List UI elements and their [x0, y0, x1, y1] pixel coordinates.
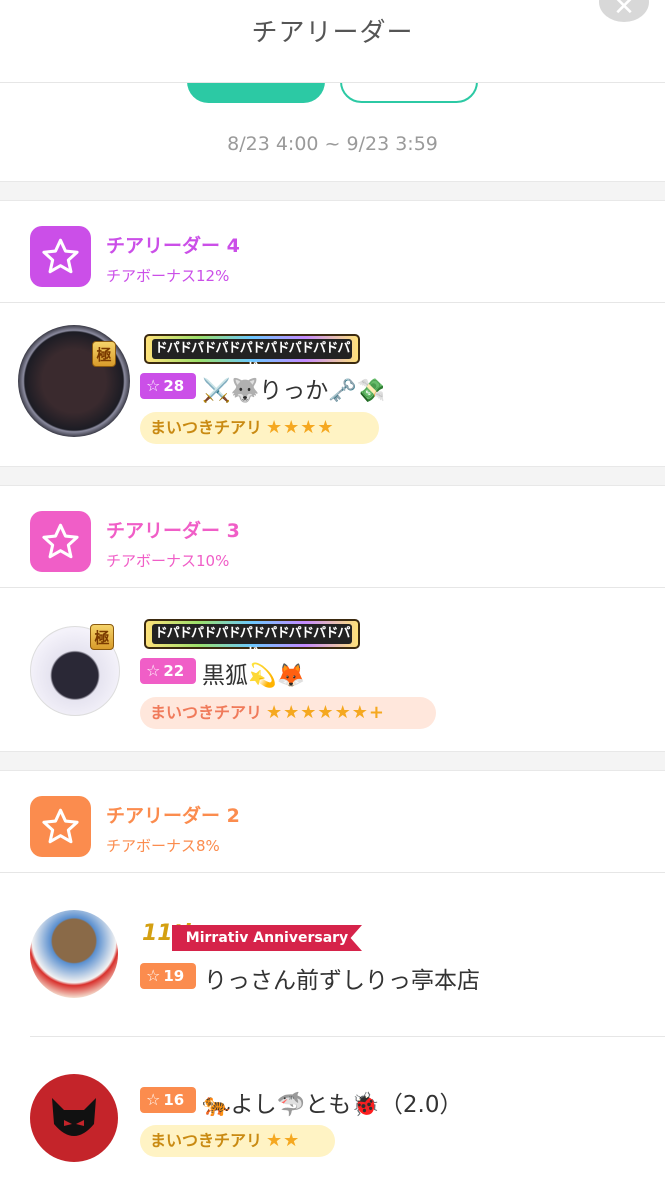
star-icon: [30, 226, 91, 287]
monthly-cheer-tag: まいつきチアリ ★★: [140, 1125, 335, 1157]
user-badge: ドパドパドパドパドパドパドパドパド: [144, 334, 360, 376]
tier-name: チアリーダー 2: [106, 805, 240, 827]
kiwami-badge: 極: [92, 341, 116, 367]
kiwami-badge: 極: [90, 624, 114, 650]
modal-header: チアリーダー ✕: [0, 0, 665, 83]
mask-icon: [52, 1098, 96, 1136]
tier-name: チアリーダー 4: [106, 235, 240, 257]
list-item[interactable]: 極 ドパドパドパドパドパドパドパドパド ☆ 28 ⚔️🐺りっか🗝️💸 まいつきチア…: [0, 303, 665, 466]
event-period: 8/23 4:00 ~ 9/23 3:59: [227, 133, 438, 155]
anniversary-badge: 11th Mirrativ Anniversary: [142, 921, 372, 953]
page-title: チアリーダー: [251, 18, 414, 48]
level-badge: ☆ 28: [140, 373, 196, 399]
avatar: [30, 910, 118, 998]
section-gap: [0, 751, 665, 771]
monthly-cheer-tag: まいつきチアリ ★★★★★★+: [140, 697, 436, 729]
section-gap: [0, 181, 665, 201]
user-name: ⚔️🐺りっか🗝️💸: [202, 378, 386, 404]
avatar: [30, 1074, 118, 1162]
user-name: 🐅よし🦈とも🐞（2.0）: [202, 1092, 463, 1118]
list-item[interactable]: 11th Mirrativ Anniversary ☆ 19 りっさん前ずしりっ亭…: [0, 873, 665, 1036]
star-icon: [30, 511, 91, 572]
tier-bonus: チアボーナス10%: [106, 552, 230, 570]
level-badge: ☆ 16: [140, 1087, 196, 1113]
level-badge: ☆ 22: [140, 658, 196, 684]
close-icon: ✕: [613, 0, 635, 22]
list-item[interactable]: ☆ 16 🐅よし🦈とも🐞（2.0） まいつきチアリ ★★: [0, 1037, 665, 1199]
user-badge: ドパドパドパドパドパドパドパドパド: [144, 619, 360, 661]
list-item[interactable]: 極 ドパドパドパドパドパドパドパドパド ☆ 22 黒狐💫🦊 まいつきチアリ ★★★★…: [0, 588, 665, 751]
user-name: 黒狐💫🦊: [202, 663, 306, 689]
close-button[interactable]: ✕: [599, 0, 649, 22]
tier-name: チアリーダー 3: [106, 520, 240, 542]
star-icon: [30, 796, 91, 857]
tier-bonus: チアボーナス12%: [106, 267, 230, 285]
user-name: りっさん前ずしりっ亭本店: [204, 968, 480, 994]
level-badge: ☆ 19: [140, 963, 196, 989]
tier-bonus: チアボーナス8%: [106, 837, 220, 855]
monthly-cheer-tag: まいつきチアリ ★★★★: [140, 412, 379, 444]
section-gap: [0, 466, 665, 486]
